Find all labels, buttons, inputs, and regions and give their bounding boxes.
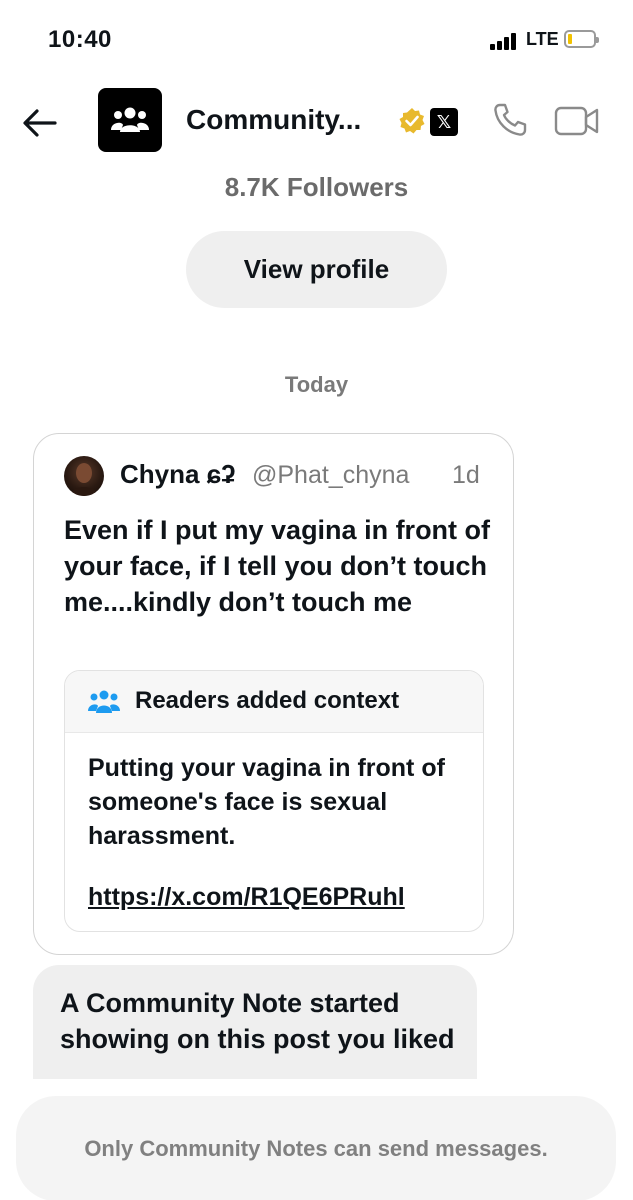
context-title: Readers added context [135,687,400,714]
composer-area: Only Community Notes can send messages. [0,1079,633,1200]
post-author-avatar[interactable] [64,456,104,496]
video-camera-icon[interactable] [554,104,600,138]
date-separator: Today [284,372,349,397]
context-text: Putting your vagina in front of someone'… [88,754,445,850]
followers-count: 8.7K Followers [224,172,409,202]
network-type: LTE [526,29,559,49]
status-time: 10:40 [48,26,112,53]
quoted-post-card[interactable]: Chyna ɕʡ @Phat_chyna 1d Even if I put my… [33,433,514,955]
people-icon [88,690,120,713]
context-link[interactable]: https://x.com/R1QE6PRuhl [88,883,405,912]
post-author-name[interactable]: Chyna ɕʡ [120,459,236,490]
conversation-title[interactable]: Community... [186,104,361,136]
verified-badge-icon [399,108,425,134]
avatar[interactable] [98,88,162,152]
arrow-left-icon[interactable] [22,108,58,138]
battery-icon [564,30,599,48]
post-text: Even if I put my vagina in front of your… [64,515,491,617]
signal-icon [490,32,520,50]
x-affiliate-badge: 𝕏 [430,108,458,136]
phone-icon[interactable] [492,102,528,138]
message-text: A Community Note started showing on this… [60,988,455,1054]
readers-context-box[interactable]: Readers added context Putting your vagin… [64,670,484,932]
people-group-icon [111,107,149,132]
post-author-handle[interactable]: @Phat_chyna [252,461,409,490]
conversation-header: Community... 𝕏 [0,88,633,160]
view-profile-button[interactable]: View profile [186,231,447,308]
composer-disabled-text: Only Community Notes can send messages. [84,1135,548,1161]
message-composer-disabled: Only Community Notes can send messages. [16,1096,616,1200]
message-bubble[interactable]: A Community Note started showing on this… [33,965,477,1080]
post-timestamp: 1d [452,461,480,489]
context-header: Readers added context [65,671,483,733]
status-bar: 10:40 LTE [0,0,633,80]
